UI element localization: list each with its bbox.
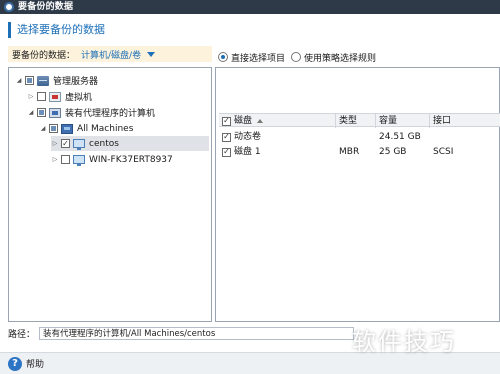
column-label: 容量 — [379, 115, 398, 126]
disk-name-cell: 磁盘 1 — [219, 145, 261, 159]
expand-open-icon[interactable]: ◢ — [15, 77, 23, 85]
tree-item-label: All Machines — [77, 123, 134, 134]
tree-checkbox[interactable] — [25, 76, 34, 85]
sort-ascending-icon — [257, 119, 264, 123]
tree-item-virtual-machines[interactable]: ▷ 虚拟机 — [27, 89, 92, 104]
vm-icon — [49, 91, 61, 102]
column-label: 类型 — [339, 115, 358, 126]
disk-type: MBR — [339, 147, 360, 157]
page-heading: 选择要备份的数据 — [8, 22, 105, 38]
agent-computer-icon — [49, 107, 61, 118]
expand-open-icon[interactable]: ◢ — [27, 109, 35, 117]
tree-item-label: 管理服务器 — [53, 77, 99, 87]
tree-checkbox[interactable] — [37, 92, 46, 101]
machine-tree[interactable]: ◢ 管理服务器 ▷ 虚拟机 ◢ 装有代理程序的计算机 ◢ All Machine… — [8, 67, 212, 322]
data-type-value-link[interactable]: 计算机/磁盘/卷 — [81, 48, 141, 61]
disk-name: 动态卷 — [234, 132, 262, 142]
column-header-disk[interactable]: 磁盘 — [219, 114, 336, 128]
row-checkbox[interactable] — [222, 147, 231, 157]
tree-item-agent-computers[interactable]: ◢ 装有代理程序的计算机 — [27, 105, 155, 120]
expand-closed-icon[interactable]: ▷ — [27, 93, 35, 101]
app-icon — [4, 2, 14, 12]
tree-item-centos[interactable]: ▷ centos — [51, 136, 209, 151]
window-titlebar: 要备份的数据 — [0, 0, 500, 14]
tree-item-label: 虚拟机 — [65, 93, 93, 103]
disk-interface: SCSI — [433, 147, 454, 157]
column-header-capacity[interactable]: 容量 — [376, 114, 430, 128]
data-type-label: 要备份的数据： — [12, 50, 76, 61]
path-input[interactable] — [39, 326, 354, 340]
disk-type — [336, 130, 339, 144]
machine-group-icon — [61, 123, 73, 134]
help-link[interactable]: 帮助 — [26, 357, 44, 370]
column-label: 磁盘 — [234, 115, 253, 126]
select-all-checkbox[interactable] — [222, 116, 231, 126]
option-label: 使用策略选择规则 — [304, 53, 377, 64]
tree-item-label: WIN-FK37ERT8937 — [89, 154, 173, 165]
tree-checkbox[interactable] — [37, 108, 46, 117]
tree-item-all-machines[interactable]: ◢ All Machines — [39, 121, 133, 136]
disk-table-header: 磁盘 类型 容量 接口 — [219, 113, 500, 128]
radio-button[interactable] — [218, 52, 228, 62]
column-label: 接口 — [433, 115, 452, 126]
tree-item-management-server[interactable]: ◢ 管理服务器 — [15, 73, 98, 88]
selection-mode-options: 直接选择项目 使用策略选择规则 — [218, 50, 382, 64]
disk-capacity: 24.51 GB — [379, 132, 421, 142]
tree-item-win-fk37ert8937[interactable]: ▷ WIN-FK37ERT8937 — [51, 152, 173, 167]
table-row[interactable]: 动态卷 24.51 GB — [219, 130, 500, 144]
help-icon[interactable]: ? — [8, 356, 22, 371]
expand-closed-icon[interactable]: ▷ — [51, 156, 59, 164]
data-type-selector: 要备份的数据： 计算机/磁盘/卷 — [8, 46, 212, 62]
path-row: 路径： — [8, 326, 354, 340]
chevron-down-icon[interactable] — [147, 51, 156, 57]
option-label: 直接选择项目 — [231, 53, 286, 64]
row-checkbox[interactable] — [222, 132, 231, 142]
column-header-type[interactable]: 类型 — [336, 114, 376, 128]
tree-item-label: 装有代理程序的计算机 — [65, 109, 156, 119]
tree-checkbox[interactable] — [49, 124, 58, 133]
watermark: 软件技巧 — [352, 328, 456, 356]
option-policy-rules[interactable]: 使用策略选择规则 — [291, 51, 376, 64]
disk-table-pane: 磁盘 类型 容量 接口 动态卷 24.51 GB 磁盘 1 MBR 25 GB … — [215, 67, 500, 322]
disk-interface — [430, 130, 433, 144]
column-header-interface[interactable]: 接口 — [430, 114, 500, 128]
option-direct-select[interactable]: 直接选择项目 — [218, 51, 285, 64]
tree-item-label: centos — [89, 138, 119, 149]
table-row[interactable]: 磁盘 1 MBR 25 GB SCSI — [219, 145, 500, 159]
path-label: 路径： — [8, 329, 36, 340]
disk-name: 磁盘 1 — [234, 147, 261, 157]
disk-name-cell: 动态卷 — [219, 130, 261, 144]
disk-capacity: 25 GB — [379, 147, 407, 157]
expand-closed-icon[interactable]: ▷ — [51, 140, 59, 148]
radio-button[interactable] — [291, 52, 302, 62]
tree-checkbox[interactable] — [61, 155, 70, 164]
computer-icon — [73, 139, 85, 150]
expand-open-icon[interactable]: ◢ — [39, 125, 47, 133]
computer-icon — [73, 155, 85, 166]
server-icon — [37, 75, 49, 86]
tree-checkbox[interactable] — [61, 139, 70, 148]
window-title: 要备份的数据 — [18, 2, 74, 12]
